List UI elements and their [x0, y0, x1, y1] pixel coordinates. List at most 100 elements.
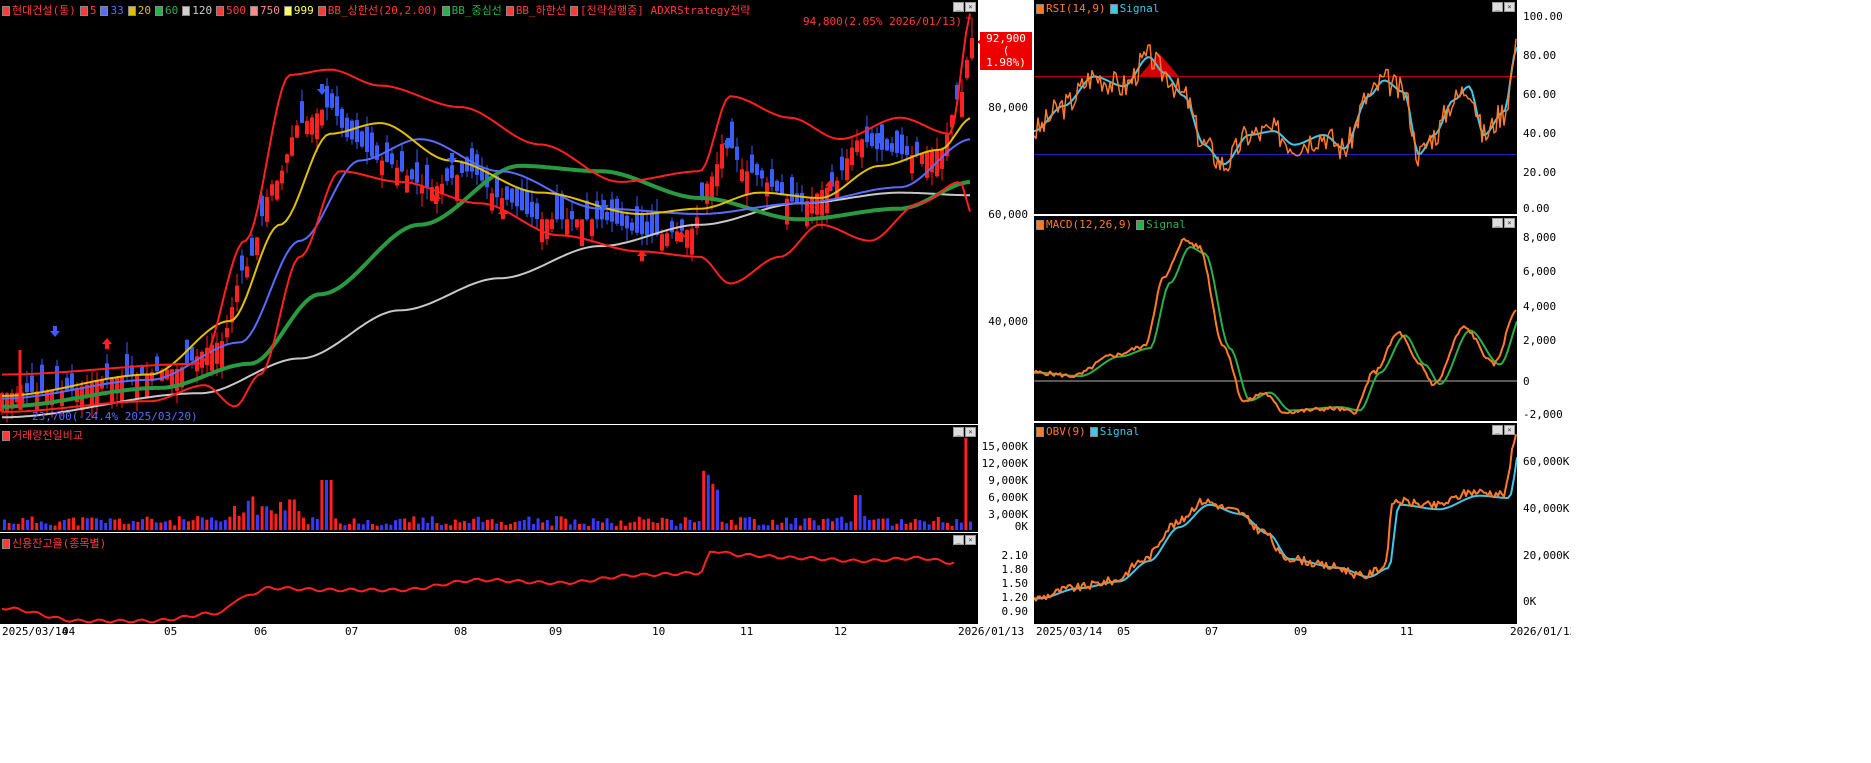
close-icon[interactable]: × [1504, 425, 1515, 435]
macd-chart-pane[interactable]: MACD(12,26,9) Signal _ × [1034, 216, 1517, 421]
volume-bar [440, 525, 443, 530]
legend-swatch [100, 6, 109, 16]
candle-body [640, 213, 644, 235]
candle-body [255, 237, 259, 256]
volume-bar [398, 518, 402, 530]
rsi-window-buttons[interactable]: _ × [1492, 2, 1515, 12]
volume-bar [99, 519, 103, 530]
minimize-icon[interactable]: _ [1492, 218, 1503, 228]
price-chart-pane[interactable]: 현대건설(통) 5 33 20 60 120 500 750 999 BB_상한선(20,2.00… [0, 0, 978, 424]
credit-window-buttons[interactable]: _ × [953, 535, 976, 545]
candle-body [410, 169, 414, 180]
candle-body [310, 117, 314, 135]
macd-window-buttons[interactable]: _ × [1492, 218, 1515, 228]
candle-body [630, 222, 634, 231]
candle-body [815, 193, 819, 215]
volume-bar [587, 525, 591, 530]
volume-chart-pane[interactable]: 거래량전일비교 _ × [0, 425, 978, 532]
candle-body [895, 130, 899, 154]
volume-bar [141, 519, 144, 530]
volume-bar [693, 522, 696, 530]
volume-bar [348, 524, 351, 530]
candle-body [740, 169, 744, 182]
legend-label: 120 [192, 4, 213, 17]
volume-bar [435, 523, 439, 530]
volume-bar [196, 516, 200, 530]
volume-bar [821, 518, 825, 530]
candle-body [840, 156, 844, 171]
credit-chart-pane[interactable]: 신용잔고율(종목별) _ × [0, 533, 978, 624]
volume-bar [122, 523, 126, 530]
volume-bar [145, 516, 149, 530]
candle-body [715, 164, 719, 187]
volume-bar [108, 518, 112, 530]
volume-bar [131, 520, 135, 530]
candle-body [960, 91, 964, 117]
minimize-icon[interactable]: _ [953, 427, 964, 437]
volume-bar [651, 522, 655, 530]
volume-bar [624, 525, 627, 530]
candle-body [320, 109, 324, 126]
price-window-buttons[interactable]: _ × [953, 2, 976, 12]
macd-signal-line [1034, 246, 1517, 412]
obv-line [1034, 434, 1517, 602]
legend-label: [전략실행중] ADXRStrategy전략 [580, 4, 751, 17]
candle-body [105, 363, 109, 379]
legend-swatch [570, 6, 579, 16]
candle-body [380, 160, 384, 176]
candle-body [745, 171, 749, 196]
legend-swatch [1089, 427, 1098, 437]
obv-window-buttons[interactable]: _ × [1492, 425, 1515, 435]
candle-body [570, 211, 574, 220]
volume-bar [522, 519, 526, 530]
volume-tick: 15,000K [981, 440, 1028, 453]
volume-bar [3, 519, 6, 530]
candle-body [170, 369, 174, 386]
close-icon[interactable]: × [965, 535, 976, 545]
candle-body [720, 144, 724, 169]
candle-body [595, 200, 599, 220]
volume-bar [288, 499, 292, 530]
x-tick: 08 [454, 625, 468, 638]
rsi-chart-pane[interactable]: RSI(14,9) Signal _ × [1034, 0, 1517, 214]
minimize-icon[interactable]: _ [953, 535, 964, 545]
candle-body [605, 211, 609, 221]
close-icon[interactable]: × [1504, 2, 1515, 12]
minimize-icon[interactable]: _ [1492, 425, 1503, 435]
volume-bar [504, 525, 508, 530]
volume-window-buttons[interactable]: _ × [953, 427, 976, 437]
candle-body [785, 198, 789, 225]
obv-chart-pane[interactable]: OBV(9) Signal _ × [1034, 423, 1517, 624]
close-icon[interactable]: × [965, 2, 976, 12]
volume-bar [614, 525, 618, 530]
volume-bar [831, 521, 834, 530]
volume-bar [808, 517, 811, 530]
candle-body [290, 137, 294, 156]
legend-label: 5 [89, 4, 97, 17]
close-icon[interactable]: × [965, 427, 976, 437]
candle-body [565, 219, 569, 235]
candle-body [265, 196, 269, 222]
volume-bar [297, 511, 301, 530]
candle-body [665, 233, 669, 247]
volume-bar [150, 518, 154, 530]
minimize-icon[interactable]: _ [1492, 2, 1503, 12]
volume-bar [656, 523, 660, 530]
volume-bar [187, 521, 190, 530]
volume-bar [118, 518, 121, 530]
volume-bar [909, 522, 913, 530]
buy-arrow-icon [102, 338, 112, 349]
legend-swatch [317, 6, 326, 16]
volume-bar [628, 522, 632, 530]
volume-bar [835, 517, 839, 530]
volume-bar [941, 522, 945, 530]
candle-body [415, 162, 419, 183]
legend-label: BB_중심선 [451, 4, 502, 17]
volume-bar [283, 510, 287, 530]
volume-bar [389, 524, 393, 530]
credit-tick: 1.80 [1001, 563, 1029, 576]
volume-bar [306, 524, 310, 530]
close-icon[interactable]: × [1504, 218, 1515, 228]
volume-bar [476, 516, 480, 530]
minimize-icon[interactable]: _ [953, 2, 964, 12]
